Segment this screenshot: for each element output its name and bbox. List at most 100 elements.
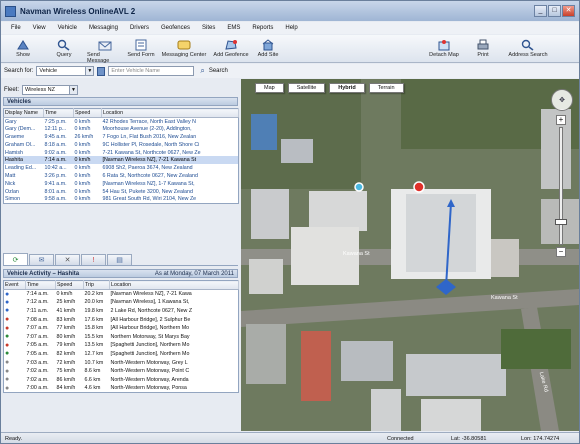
- query-button[interactable]: Query: [51, 38, 77, 58]
- table-row[interactable]: ● 7:05 a.m. 79 km/h 13.5 km [Spaghetti Junct…: [4, 341, 239, 350]
- table-row[interactable]: Leading Ed... 10:42 a... 0 km/h 6908 Sh2, P…: [4, 164, 239, 172]
- table-row[interactable]: Gary (Dem... 12:11 p... 0 km/h Moorhouse Av…: [4, 125, 239, 133]
- table-row[interactable]: ● 7:03 a.m. 72 km/h 10.7 km North-Western Mo…: [4, 358, 239, 367]
- menu-drivers[interactable]: Drivers: [130, 25, 149, 31]
- message-icon: ✉: [38, 257, 45, 264]
- tab-activity[interactable]: ⟳: [3, 253, 28, 265]
- print-button[interactable]: Print: [473, 38, 493, 58]
- table-row[interactable]: Nick 9:41 a.m. 0 km/h [Navman Wireless NZ],…: [4, 180, 239, 188]
- map-type-tabs: Map Satellite Hybrid Terrain: [255, 83, 404, 93]
- table-row[interactable]: ● 7:02 a.m. 75 km/h 8.6 km North-Western Mot…: [4, 367, 239, 376]
- detach-map-icon: [437, 38, 451, 51]
- event-trip: 8.6 km: [84, 368, 101, 375]
- messaging-center-button[interactable]: Messaging Center: [161, 38, 207, 58]
- table-row[interactable]: Simon 9:58 a.m. 0 km/h 981 Great South Rd, …: [4, 195, 239, 203]
- event-location: 2 Lake Rd, Northcote 0627, New Z: [110, 307, 193, 314]
- table-row[interactable]: Graeme 9:45 a.m. 26 km/h 7 Fogo Ln, Flat Bu…: [4, 133, 239, 141]
- table-row[interactable]: Graham Ol... 8:18 a.m. 0 km/h 9C Hollister …: [4, 141, 239, 149]
- vehicle-time: 12:11 p...: [44, 126, 67, 133]
- close-button[interactable]: ✕: [562, 5, 575, 17]
- tab-reports[interactable]: ▤: [107, 254, 132, 265]
- table-row[interactable]: ● 7:14 a.m. 0 km/h 20.2 km [Navman Wireless …: [4, 290, 239, 299]
- col-display-name[interactable]: Display Name: [3, 108, 44, 118]
- zoom-slider-track[interactable]: [559, 127, 563, 245]
- menu-help[interactable]: Help: [285, 25, 297, 31]
- table-row[interactable]: ● 7:05 a.m. 82 km/h 12.7 km [Spaghetti Junct…: [4, 350, 239, 359]
- filter-icon[interactable]: [97, 66, 106, 76]
- table-row[interactable]: ● 7:07 a.m. 77 km/h 15.8 km [All Harbour Bri…: [4, 324, 239, 333]
- minimize-button[interactable]: _: [534, 5, 547, 17]
- add-geofence-button[interactable]: Add Geofence: [213, 38, 249, 58]
- tab-alerts[interactable]: !: [81, 254, 106, 265]
- vehicle-location: 981 Great South Rd, Wiri 2104, New Ze: [102, 196, 197, 203]
- table-row[interactable]: ● 7:00 a.m. 84 km/h 4.6 km North-Western Mot…: [4, 384, 239, 393]
- table-row[interactable]: Ozlan 8:01 a.m. 0 km/h 54 Hau St, Pukete 32…: [4, 188, 239, 196]
- menu-reports[interactable]: Reports: [252, 25, 273, 31]
- col-time[interactable]: Time: [43, 108, 74, 118]
- tab-hybrid[interactable]: Hybrid: [329, 83, 365, 93]
- col-trip[interactable]: Trip: [83, 280, 110, 290]
- event-location: [All Harbour Bridge], 2 Sulphur Be: [110, 316, 191, 323]
- vehicle-time: 7:14 a.m.: [43, 156, 74, 165]
- tab-map[interactable]: Map: [255, 83, 284, 93]
- vehicle-name: Hamish: [5, 149, 23, 156]
- search-button[interactable]: Search: [209, 68, 228, 74]
- event-time: 7:11 a.m.: [26, 307, 49, 314]
- vehicle-location: 9C Hollister Pl, Rosedale, North Shore C…: [102, 141, 200, 148]
- vehicle-marker[interactable]: [413, 181, 425, 193]
- col-speed[interactable]: Speed: [73, 108, 102, 118]
- zoom-out-button[interactable]: −: [556, 247, 566, 257]
- maximize-button[interactable]: □: [548, 5, 561, 17]
- detach-map-button[interactable]: Detach Map: [429, 38, 459, 58]
- vehicle-search-input[interactable]: Enter Vehicle Name: [108, 66, 195, 76]
- search-type-select[interactable]: Vehicle ▼: [36, 66, 95, 76]
- map-view[interactable]: Map Satellite Hybrid Terrain Kawana St K…: [241, 79, 579, 431]
- tab-messages[interactable]: ✉: [29, 254, 54, 265]
- add-site-button[interactable]: Add Site: [255, 38, 281, 58]
- menu-messaging[interactable]: Messaging: [89, 25, 118, 31]
- address-search-button[interactable]: Address Search: [505, 38, 551, 58]
- tab-terrain[interactable]: Terrain: [368, 83, 404, 93]
- tab-tools[interactable]: ✕: [55, 254, 80, 265]
- vehicle-time: 3:26 p.m.: [44, 172, 67, 179]
- menu-ems[interactable]: EMS: [227, 25, 240, 31]
- table-row[interactable]: ● 7:02 a.m. 86 km/h 6.6 km North-Western Mot…: [4, 375, 239, 384]
- tools-icon: ✕: [64, 257, 71, 264]
- table-row[interactable]: Hashita 7:14 a.m. 0 km/h [Navman Wireless N…: [3, 156, 239, 165]
- menu-geofences[interactable]: Geofences: [161, 25, 190, 31]
- event-speed: 83 km/h: [56, 316, 76, 323]
- send-message-button[interactable]: Send Message: [87, 38, 123, 64]
- search-icon[interactable]: ⌕: [200, 66, 204, 76]
- menu-vehicle[interactable]: Vehicle: [58, 25, 77, 31]
- event-time: 7:02 a.m.: [26, 376, 49, 383]
- alert-icon: !: [92, 256, 95, 264]
- pan-control-icon[interactable]: ✥: [551, 89, 573, 111]
- menu-sites[interactable]: Sites: [202, 25, 215, 31]
- table-row[interactable]: Gary 7:25 p.m. 0 km/h 42 Rhodes Terrace, No…: [4, 118, 239, 126]
- send-form-button[interactable]: Send Form: [127, 38, 155, 58]
- tab-satellite[interactable]: Satellite: [287, 83, 326, 93]
- col-location[interactable]: Location: [101, 108, 239, 118]
- col-speed[interactable]: Speed: [55, 280, 84, 290]
- show-button[interactable]: Show: [9, 38, 37, 58]
- vehicle-time: 9:58 a.m.: [44, 196, 67, 203]
- table-row[interactable]: ● 7:12 a.m. 25 km/h 20.0 km [Navman Wireless…: [4, 298, 239, 307]
- col-event[interactable]: Event: [3, 280, 26, 290]
- menu-file[interactable]: File: [11, 25, 21, 31]
- fleet-select[interactable]: Wireless NZ ▼: [22, 84, 79, 95]
- table-row[interactable]: Hamish 9:02 a.m. 0 km/h 7-21 Kawana St, Nor…: [4, 149, 239, 157]
- zoom-slider-handle[interactable]: [555, 219, 567, 225]
- satellite-imagery: [241, 79, 579, 431]
- event-icon: ●: [5, 359, 10, 367]
- col-location[interactable]: Location: [109, 280, 239, 290]
- table-row[interactable]: Matt 3:26 p.m. 0 km/h 6 Rata St, Northcote …: [4, 172, 239, 180]
- table-row[interactable]: ● 7:11 a.m. 41 km/h 19.8 km 2 Lake Rd, North…: [4, 307, 239, 316]
- table-row[interactable]: ● 7:08 a.m. 83 km/h 17.6 km [All Harbour Bri…: [4, 315, 239, 324]
- event-trip: 20.0 km: [84, 299, 104, 306]
- site-marker[interactable]: [354, 182, 364, 192]
- fleet-bar: Fleet: Wireless NZ ▼: [4, 83, 237, 96]
- col-time[interactable]: Time: [25, 280, 56, 290]
- menu-view[interactable]: View: [33, 25, 46, 31]
- table-row[interactable]: ● 7:07 a.m. 80 km/h 15.5 km Northern Motorwa…: [4, 332, 239, 341]
- zoom-in-button[interactable]: +: [556, 115, 566, 125]
